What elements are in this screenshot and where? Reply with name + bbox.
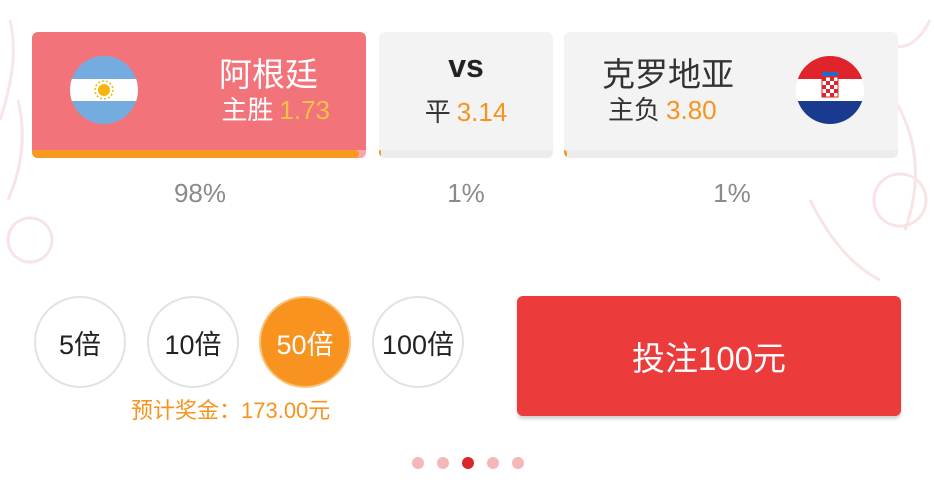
multiplier-5x-button[interactable]: 5倍 [34,296,126,388]
pager-dot[interactable] [512,457,524,469]
draw-odds-value: 3.14 [456,97,508,127]
outcome-card-draw[interactable]: vs 平 3.14 [379,32,553,158]
estimated-prize-text: 预计奖金：173.00元 [131,398,331,423]
pager-dot[interactable] [437,457,449,469]
multiplier-10x-button[interactable]: 10倍 [147,296,239,388]
draw-outcome-label: 平 [424,97,451,127]
draw-vote-bar-fill [379,150,381,158]
away-odds-line: 主负 3.80 [608,90,717,127]
outcome-card-home-win[interactable]: 阿根廷 主胜 1.73 [32,32,366,158]
place-bet-button[interactable]: 投注100元 [517,296,901,416]
home-vote-percent: 98% [173,178,227,208]
away-odds-value: 3.80 [666,95,717,125]
away-team-name: 克罗地亚 [602,56,734,93]
away-outcome-label: 主负 [608,95,661,125]
pager-dot[interactable] [412,457,424,469]
multiplier-50x-button[interactable]: 50倍 [259,296,351,388]
draw-vote-bar [379,150,553,158]
multiplier-100x-button[interactable]: 100倍 [372,296,464,388]
home-odds-value: 1.73 [279,95,330,125]
pager-dots [412,457,524,469]
draw-odds-line: 平 3.14 [379,92,553,129]
argentina-flag-icon [70,56,138,124]
draw-vote-percent: 1% [447,178,485,208]
away-vote-percent: 1% [713,178,751,208]
pager-dot-active[interactable] [462,457,474,469]
away-vote-bar-fill [564,150,568,158]
home-vote-bar-fill [32,150,360,158]
home-vote-bar [32,150,366,158]
home-outcome-label: 主胜 [221,95,274,125]
away-vote-bar [564,150,898,158]
croatia-flag-icon [796,56,864,124]
vs-label: vs [448,48,484,84]
home-odds-line: 主胜 1.73 [221,90,330,127]
outcome-card-away-win[interactable]: 克罗地亚 主负 3.80 [564,32,898,158]
pager-dot[interactable] [487,457,499,469]
home-team-name: 阿根廷 [219,56,318,93]
